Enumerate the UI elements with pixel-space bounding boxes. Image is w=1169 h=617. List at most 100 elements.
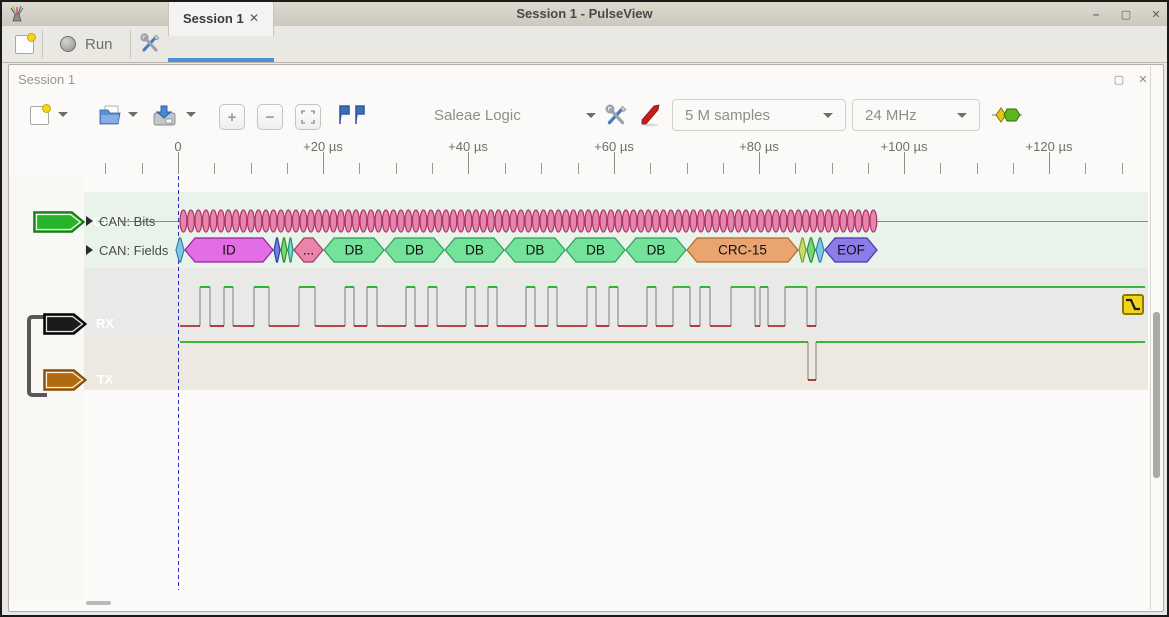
time-cursor[interactable] — [178, 176, 179, 590]
decoder-tag-can[interactable]: CAN — [33, 211, 85, 233]
ruler-minor-tick — [650, 163, 651, 174]
save-button[interactable] — [150, 102, 178, 128]
ruler-major-tick — [178, 152, 179, 174]
new-session-icon — [15, 35, 34, 54]
tab-close-icon[interactable]: ✕ — [249, 11, 259, 25]
close-button[interactable]: ✕ — [1148, 8, 1164, 22]
channel-tag-shape — [43, 313, 87, 335]
ruler-minor-tick — [541, 163, 542, 174]
toolbar-separator — [42, 30, 43, 58]
cursor-flags-icon — [337, 104, 367, 126]
ruler-minor-tick — [214, 163, 215, 174]
ruler-minor-tick — [795, 163, 796, 174]
zoom-fit-icon — [301, 110, 315, 124]
subwindow-restore-button[interactable]: ▢ — [1112, 73, 1126, 87]
fields-row-expander[interactable] — [86, 245, 93, 255]
settings-button[interactable] — [136, 30, 164, 56]
bits-row-expander[interactable] — [86, 216, 93, 226]
ruler-minor-tick — [142, 163, 143, 174]
new-view-button[interactable] — [26, 102, 52, 128]
decoder-tag-shape — [33, 211, 85, 233]
channel-tag-shape — [43, 369, 87, 391]
ruler-minor-tick — [432, 163, 433, 174]
wrench-screwdriver-icon — [604, 103, 628, 127]
channel-tag-label: TX — [87, 372, 123, 387]
decoder-row-background — [84, 192, 1148, 268]
plus-icon: + — [228, 110, 237, 125]
ruler-minor-tick — [578, 163, 579, 174]
open-folder-icon — [98, 105, 122, 125]
sample-rate-value: 24 MHz — [865, 107, 917, 124]
save-icon — [152, 104, 177, 126]
ruler-major-tick — [468, 152, 469, 174]
ruler-minor-tick — [940, 163, 941, 174]
horizontal-scrollbar[interactable] — [86, 601, 111, 605]
zoom-fit-button[interactable] — [295, 104, 321, 130]
falling-edge-icon — [1124, 296, 1142, 313]
ruler-major-tick — [1049, 152, 1050, 174]
channels-button[interactable] — [636, 102, 664, 128]
view-divider — [1150, 66, 1151, 610]
new-file-icon — [30, 106, 49, 125]
subwindow-title: Session 1 — [18, 72, 75, 87]
zoom-in-button[interactable]: + — [219, 104, 245, 130]
open-button[interactable] — [96, 102, 124, 128]
channel-tag-label: RX — [87, 316, 123, 331]
chevron-down-icon — [823, 113, 833, 118]
run-button[interactable]: Run — [60, 32, 113, 56]
ruler-major-tick — [323, 152, 324, 174]
zoom-out-button[interactable]: − — [257, 104, 283, 130]
ruler-minor-tick — [1013, 163, 1014, 174]
probe-icon — [638, 103, 662, 127]
ruler-minor-tick — [1122, 163, 1123, 174]
ruler-minor-tick — [977, 163, 978, 174]
ruler-minor-tick — [396, 163, 397, 174]
sample-rate-select[interactable]: 24 MHz — [852, 99, 980, 131]
new-session-button[interactable] — [10, 33, 38, 55]
trigger-marker[interactable] — [1122, 294, 1144, 315]
pulseview-window: Session 1 - PulseView – ▢ ✕ Run Session … — [0, 0, 1169, 617]
bits-row-baseline — [98, 221, 1148, 222]
ruler-major-tick — [904, 152, 905, 174]
tab-label: Session 1 — [183, 11, 244, 26]
active-tab-accent — [168, 58, 274, 62]
maximize-button[interactable]: ▢ — [1118, 8, 1134, 22]
ruler-minor-tick — [251, 163, 252, 174]
ruler-minor-tick — [287, 163, 288, 174]
ruler-minor-tick — [359, 163, 360, 174]
device-select[interactable]: Saleae Logic — [424, 100, 596, 130]
channel-tag-rx[interactable]: RX — [43, 313, 87, 335]
fields-row-label: CAN: Fields — [99, 243, 168, 258]
toolbar-separator — [130, 30, 131, 58]
chevron-down-icon — [957, 113, 967, 118]
open-dropdown[interactable] — [128, 112, 138, 117]
sample-count-value: 5 M samples — [685, 107, 770, 124]
tab-session-1[interactable]: Session 1 ✕ — [168, 2, 274, 36]
configure-device-button[interactable] — [602, 102, 630, 128]
ruler-minor-tick — [505, 163, 506, 174]
ruler-minor-tick — [868, 163, 869, 174]
ruler-minor-tick — [1085, 163, 1086, 174]
device-select-value: Saleae Logic — [434, 107, 521, 124]
ruler-minor-tick — [723, 163, 724, 174]
channel-tag-tx[interactable]: TX — [43, 369, 87, 391]
vertical-scrollbar[interactable] — [1153, 312, 1160, 478]
sample-count-select[interactable]: 5 M samples — [672, 99, 846, 131]
minus-icon: − — [266, 110, 275, 125]
add-decoder-button[interactable] — [990, 104, 1024, 126]
bits-row-label: CAN: Bits — [99, 214, 155, 229]
ruler-minor-tick — [687, 163, 688, 174]
show-cursors-button[interactable] — [336, 102, 368, 128]
tx-row-background — [84, 338, 1148, 390]
ruler-major-tick — [614, 152, 615, 174]
decoder-icon — [991, 105, 1023, 125]
minimize-button[interactable]: – — [1088, 8, 1104, 22]
new-view-dropdown[interactable] — [58, 112, 68, 117]
ruler-minor-tick — [832, 163, 833, 174]
chevron-down-icon — [586, 113, 596, 118]
run-led-icon — [60, 36, 76, 52]
run-label: Run — [85, 36, 113, 53]
rx-row-background — [84, 268, 1148, 338]
subwindow-close-button[interactable]: ✕ — [1136, 73, 1150, 87]
save-dropdown[interactable] — [186, 112, 196, 117]
